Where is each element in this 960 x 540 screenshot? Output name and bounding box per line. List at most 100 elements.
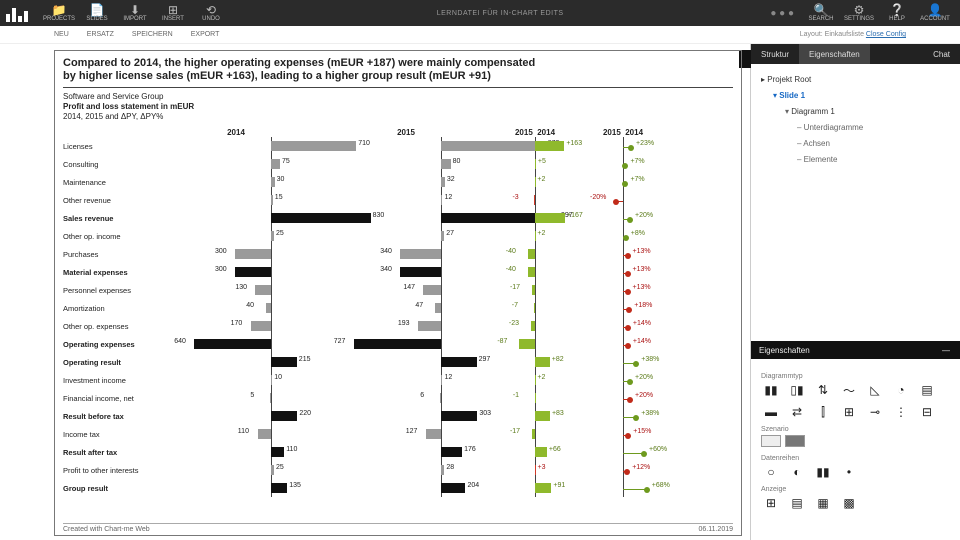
type-bar-icon[interactable]: ▮▮: [761, 382, 781, 398]
tree-root[interactable]: Projekt Root: [761, 72, 950, 88]
subbar-item-1[interactable]: ERSATZ: [87, 31, 114, 38]
variance-pct-cell: +20%: [579, 209, 667, 227]
variance-abs-cell: -40: [491, 263, 579, 281]
subbar-item-2[interactable]: SPEICHERN: [132, 31, 173, 38]
topbar-right-btn-3[interactable]: 👤ACCOUNT: [916, 0, 954, 26]
topbar-right-btn-1[interactable]: ⚙SETTINGS: [840, 0, 878, 26]
type-waterfall-icon[interactable]: ⇅: [813, 382, 833, 398]
type-table-icon[interactable]: ▤: [917, 382, 937, 398]
topbar-left-btn-0[interactable]: 📁PROJECTS: [40, 0, 78, 26]
tree-diagram[interactable]: Diagramm 1: [761, 104, 950, 120]
chart-headline: Compared to 2014, the higher operating e…: [63, 57, 733, 88]
type-dot-icon[interactable]: ⋮: [891, 404, 911, 420]
type-line-icon[interactable]: 〜: [839, 382, 859, 398]
close-config-link[interactable]: Close Config: [866, 31, 906, 38]
variance-abs-cell: +3: [491, 461, 579, 479]
series-picker[interactable]: ○ ◐ ▮▮ •: [761, 464, 950, 480]
row-label: Profit to other interests: [63, 466, 151, 475]
row-label: Amortization: [63, 304, 151, 313]
table-row: Operating expenses640727-87+14%: [63, 335, 733, 353]
value-cell: 193: [321, 317, 491, 335]
layout-1-icon[interactable]: ⊞: [761, 495, 781, 511]
chart-footer: Created with Chart-me Web06.11.2019: [63, 523, 733, 533]
value-cell: 135: [151, 479, 321, 497]
value-cell: 170: [151, 317, 321, 335]
value-cell: 297: [321, 353, 491, 371]
value-cell: 40: [151, 299, 321, 317]
variance-pct-cell: +14%: [579, 317, 667, 335]
topbar-right-btn-2[interactable]: ❔HELP: [878, 0, 916, 26]
variance-abs-cell: -7: [491, 299, 579, 317]
row-label: Operating result: [63, 358, 151, 367]
series-bar-icon[interactable]: ▮▮: [813, 464, 833, 480]
value-cell: 12: [321, 371, 491, 389]
table-row: Other op. expenses170193-23+14%: [63, 317, 733, 335]
tree-sub-2[interactable]: Elemente: [761, 152, 950, 168]
variance-pct-cell: +7%: [579, 173, 667, 191]
type-stacked-icon[interactable]: ▯▮: [787, 382, 807, 398]
topbar-right-btn-0[interactable]: 🔍SEARCH: [802, 0, 840, 26]
table-row: Sales revenue830997+167+20%: [63, 209, 733, 227]
type-needle-icon[interactable]: ⊸: [865, 404, 885, 420]
type-structure-icon[interactable]: ⊞: [839, 404, 859, 420]
table-row: Consulting7580+5+7%: [63, 155, 733, 173]
tree-slide[interactable]: Slide 1: [761, 88, 950, 104]
tab-chat[interactable]: Chat: [923, 44, 960, 64]
variance-abs-cell: -1: [491, 389, 579, 407]
type-tree-icon[interactable]: ⊟: [917, 404, 937, 420]
side-panel: Struktur Eigenschaften Chat Projekt Root…: [750, 44, 960, 540]
table-row: Material expenses300340-40+13%: [63, 263, 733, 281]
scenario-picker[interactable]: [761, 435, 950, 449]
tab-structure[interactable]: Struktur: [751, 44, 799, 64]
chart-panel[interactable]: Compared to 2014, the higher operating e…: [54, 50, 742, 536]
variance-abs-cell: +2: [491, 173, 579, 191]
row-label: Operating expenses: [63, 340, 151, 349]
column-headers: 2014 2015 2015 2014 2015 2014: [151, 128, 733, 137]
variance-pct-cell: +8%: [579, 227, 667, 245]
row-label: Investment income: [63, 376, 151, 385]
row-label: Result after tax: [63, 448, 151, 457]
structure-tree[interactable]: Projekt Root Slide 1 Diagramm 1 Unterdia…: [751, 64, 960, 176]
value-cell: 147: [321, 281, 491, 299]
table-row: Operating result215297+82+38%: [63, 353, 733, 371]
series-circle-icon[interactable]: ○: [761, 464, 781, 480]
value-cell: 32: [321, 173, 491, 191]
subbar-item-3[interactable]: EXPORT: [191, 31, 220, 38]
tree-sub-1[interactable]: Achsen: [761, 136, 950, 152]
type-hbar-icon[interactable]: ▬: [761, 404, 781, 420]
minimize-icon[interactable]: —: [940, 346, 952, 355]
topbar-left-btn-1[interactable]: 📄SLIDES: [78, 0, 116, 26]
variance-abs-cell: +2: [491, 371, 579, 389]
row-label: Material expenses: [63, 268, 151, 277]
variance-abs-cell: -40: [491, 245, 579, 263]
chart-type-picker[interactable]: ▮▮ ▯▮ ⇅ 〜 ◺ ◔ ▤ ▬ ⇄ ⫿ ⊞ ⊸ ⋮ ⊟: [761, 382, 950, 420]
app-topbar: 📁PROJECTS📄SLIDES⬇IMPORT⊞INSERT⟲UNDO LERN…: [0, 0, 960, 26]
more-icon[interactable]: ● ● ●: [770, 8, 794, 19]
value-cell: 15: [151, 191, 321, 209]
variance-pct-cell: -20%: [579, 191, 667, 209]
type-area-icon[interactable]: ◺: [865, 382, 885, 398]
value-cell: 300: [151, 245, 321, 263]
series-dot-icon[interactable]: •: [839, 464, 859, 480]
layout-2-icon[interactable]: ▤: [787, 495, 807, 511]
variance-abs-cell: +82: [491, 353, 579, 371]
topbar-left-btn-2[interactable]: ⬇IMPORT: [116, 0, 154, 26]
type-pie-icon[interactable]: ◔: [891, 382, 911, 398]
series-half-icon[interactable]: ◐: [787, 464, 807, 480]
tree-sub-0[interactable]: Unterdiagramme: [761, 120, 950, 136]
type-combo-icon[interactable]: ⫿: [813, 404, 833, 420]
variance-abs-cell: +167: [491, 209, 579, 227]
layout-3-icon[interactable]: ▦: [813, 495, 833, 511]
variance-pct-cell: +68%: [579, 479, 667, 497]
value-cell: 710: [151, 137, 321, 155]
subbar-item-0[interactable]: NEU: [54, 31, 69, 38]
layout-picker[interactable]: ⊞ ▤ ▦ ▩: [761, 495, 950, 511]
topbar-left-btn-4[interactable]: ⟲UNDO: [192, 0, 230, 26]
layout-4-icon[interactable]: ▩: [839, 495, 859, 511]
value-cell: 75: [151, 155, 321, 173]
tab-properties[interactable]: Eigenschaften: [799, 44, 870, 64]
type-var-icon[interactable]: ⇄: [787, 404, 807, 420]
topbar-left-btn-3[interactable]: ⊞INSERT: [154, 0, 192, 26]
side-tabs: Struktur Eigenschaften Chat: [751, 44, 960, 64]
variance-abs-cell: +83: [491, 407, 579, 425]
